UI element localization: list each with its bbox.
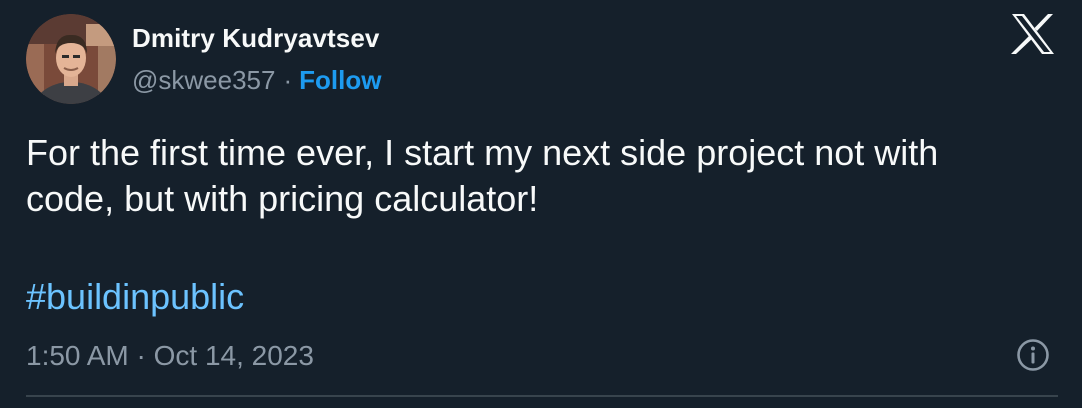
- tweet-card: Dmitry Kudryavtsev @skwee357 · Follow Fo…: [0, 0, 1082, 408]
- author-display-name[interactable]: Dmitry Kudryavtsev: [132, 22, 381, 54]
- hashtag-link[interactable]: #buildinpublic: [26, 274, 244, 320]
- avatar-image: [26, 14, 116, 104]
- x-logo-icon[interactable]: [1010, 14, 1056, 54]
- info-icon[interactable]: [1016, 338, 1050, 372]
- tweet-timestamp[interactable]: 1:50 AM · Oct 14, 2023: [26, 339, 314, 373]
- handle-separator: ·: [283, 65, 293, 95]
- author-handle[interactable]: @skwee357: [132, 64, 275, 96]
- avatar[interactable]: [26, 14, 116, 104]
- follow-button[interactable]: Follow: [299, 64, 381, 96]
- author-info: Dmitry Kudryavtsev @skwee357 · Follow: [132, 14, 381, 104]
- author-handle-row: @skwee357 · Follow: [132, 64, 381, 96]
- bottom-divider: [26, 395, 1058, 397]
- tweet-text: For the first time ever, I start my next…: [26, 132, 939, 219]
- tweet-header: Dmitry Kudryavtsev @skwee357 · Follow: [26, 14, 381, 104]
